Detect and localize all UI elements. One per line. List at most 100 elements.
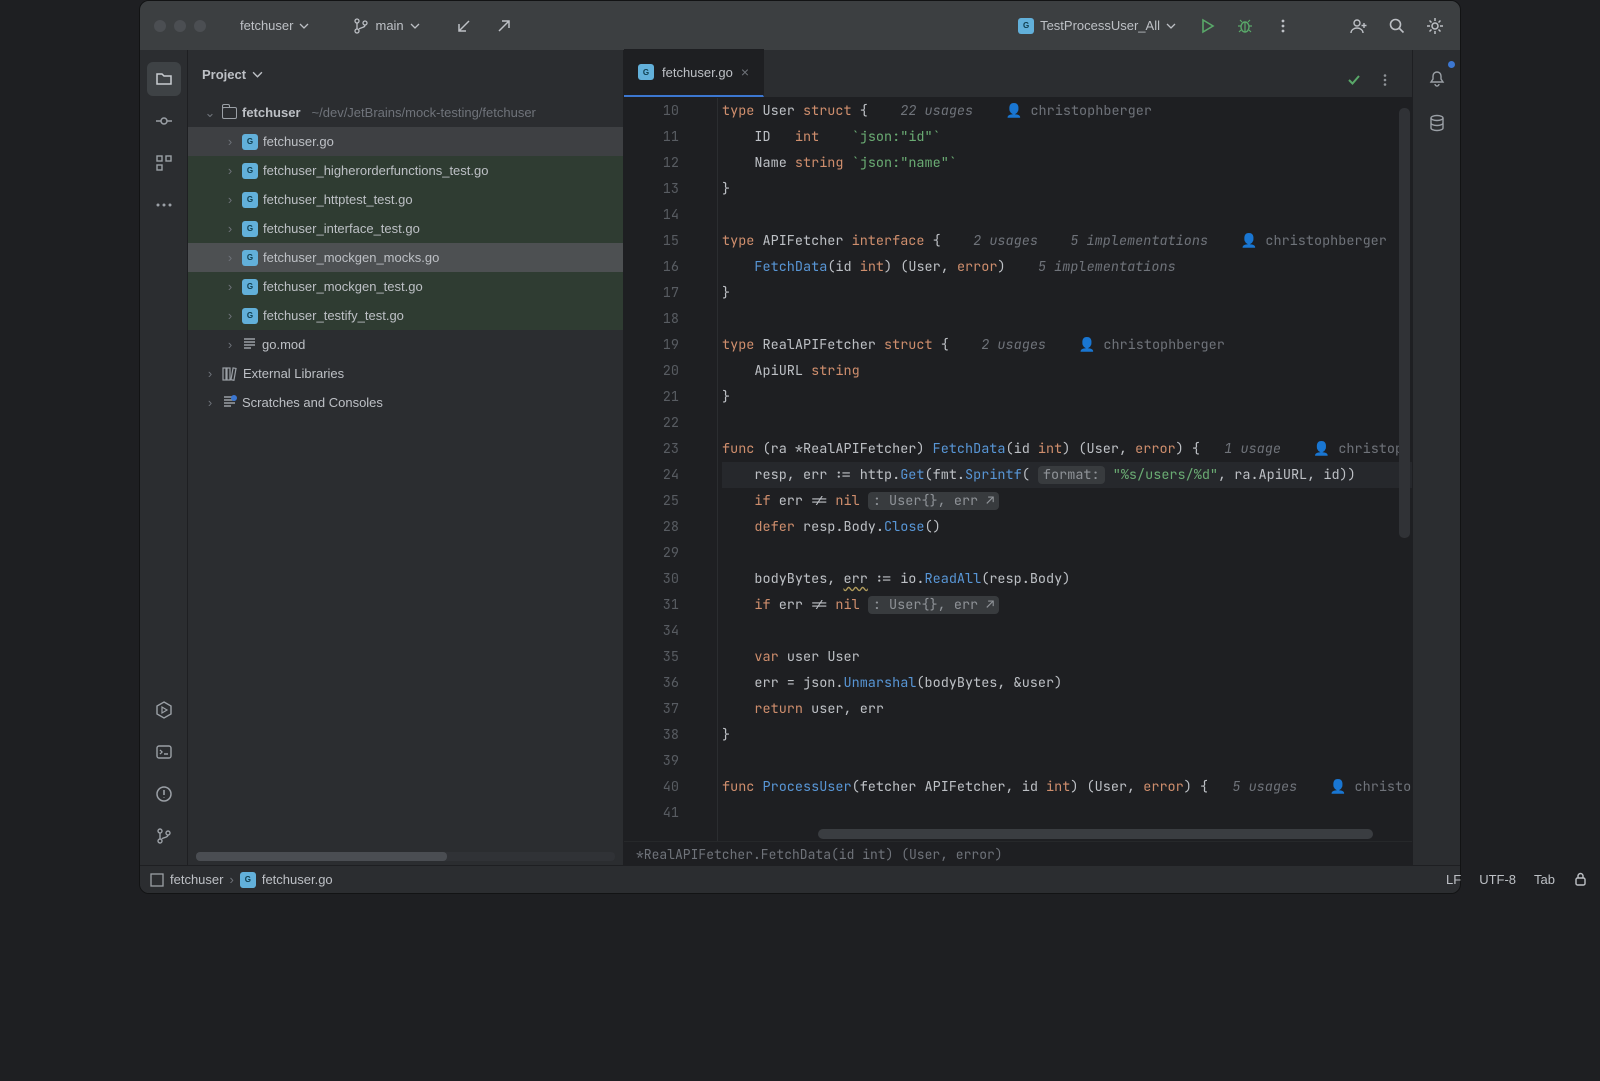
notification-dot bbox=[1448, 61, 1455, 68]
go-file-icon: G bbox=[638, 64, 654, 80]
scratches-icon bbox=[222, 395, 237, 410]
bug-icon bbox=[1237, 18, 1253, 34]
tree-file-gomod[interactable]: › go.mod bbox=[188, 330, 623, 359]
window-controls[interactable] bbox=[154, 20, 206, 32]
tree-file[interactable]: ›Gfetchuser_httptest_test.go bbox=[188, 185, 623, 214]
arrow-up-right-icon bbox=[496, 18, 512, 34]
editor-tab[interactable]: G fetchuser.go × bbox=[624, 49, 764, 97]
tree-file[interactable]: ›Gfetchuser_testify_test.go bbox=[188, 301, 623, 330]
tab-more-button[interactable] bbox=[1368, 63, 1402, 97]
folder-icon bbox=[155, 70, 173, 88]
search-button[interactable] bbox=[1380, 9, 1414, 43]
tree-root[interactable]: ⌄ fetchuser ~/dev/JetBrains/mock-testing… bbox=[188, 98, 623, 127]
project-tool-button[interactable] bbox=[147, 62, 181, 96]
settings-button[interactable] bbox=[1418, 9, 1452, 43]
kebab-icon bbox=[1275, 18, 1291, 34]
go-file-icon: G bbox=[242, 192, 258, 208]
code-with-me-button[interactable] bbox=[1342, 9, 1376, 43]
close-tab-button[interactable]: × bbox=[741, 64, 749, 80]
gear-icon bbox=[1426, 17, 1444, 35]
tree-horizontal-scrollbar[interactable] bbox=[196, 852, 615, 861]
module-icon bbox=[150, 873, 164, 887]
titlebar: fetchuser main G TestProcessUser_All bbox=[140, 1, 1460, 50]
chevron-right-icon: › bbox=[229, 872, 233, 887]
chevron-down-icon bbox=[252, 69, 263, 80]
right-tool-rail bbox=[1412, 50, 1460, 865]
editor-horizontal-scrollbar[interactable] bbox=[818, 829, 1402, 839]
status-bar: LF UTF-8 Tab bbox=[1446, 872, 1461, 887]
chevron-down-icon bbox=[410, 21, 420, 31]
editor-area: G fetchuser.go × 10 11 12 bbox=[624, 50, 1412, 865]
run-config-dropdown[interactable]: G TestProcessUser_All bbox=[1008, 12, 1186, 40]
structure-tool-button[interactable] bbox=[147, 146, 181, 180]
terminal-icon bbox=[155, 743, 173, 761]
go-file-icon: G bbox=[242, 250, 258, 266]
search-icon bbox=[1388, 17, 1406, 35]
go-file-icon: G bbox=[242, 279, 258, 295]
bottom-breadcrumb: fetchuser › G fetchuser.go LF UTF-8 Tab bbox=[140, 865, 1460, 893]
vcs-tool-button[interactable] bbox=[147, 819, 181, 853]
run-button[interactable] bbox=[1190, 9, 1224, 43]
arrow-down-left-icon bbox=[456, 18, 472, 34]
branch-icon bbox=[353, 18, 369, 34]
branch-label: main bbox=[375, 18, 403, 33]
tree-file[interactable]: ›Gfetchuser_mockgen_mocks.go bbox=[188, 243, 623, 272]
database-tool-button[interactable] bbox=[1420, 106, 1454, 140]
gutter[interactable]: 10 11 12 13 14 15 16 17 18 19 20 21 22 2… bbox=[624, 98, 718, 841]
project-dropdown[interactable]: fetchuser bbox=[230, 12, 319, 39]
warning-icon bbox=[155, 785, 173, 803]
vcs-branch-dropdown[interactable]: main bbox=[343, 12, 429, 40]
tree-file[interactable]: ›Gfetchuser_mockgen_test.go bbox=[188, 272, 623, 301]
problems-tool-button[interactable] bbox=[147, 777, 181, 811]
root-path: ~/dev/JetBrains/mock-testing/fetchuser bbox=[312, 105, 536, 120]
editor-breadcrumb-signature[interactable]: *RealAPIFetcher.FetchData(id int) (User,… bbox=[624, 841, 1412, 865]
tree-file[interactable]: ›Gfetchuser_interface_test.go bbox=[188, 214, 623, 243]
go-file-icon: G bbox=[242, 221, 258, 237]
chevron-down-icon bbox=[299, 21, 309, 31]
notifications-button[interactable] bbox=[1420, 62, 1454, 96]
folder-icon bbox=[222, 107, 237, 119]
commit-tool-button[interactable] bbox=[147, 104, 181, 138]
code-editor[interactable]: 10 11 12 13 14 15 16 17 18 19 20 21 22 2… bbox=[624, 98, 1412, 841]
go-file-icon: G bbox=[242, 163, 258, 179]
play-hex-icon bbox=[155, 701, 173, 719]
line-ending-button[interactable]: LF bbox=[1446, 872, 1461, 887]
code-view[interactable]: type User struct { 22 usages 👤 christoph… bbox=[718, 98, 1412, 841]
project-panel-title: Project bbox=[202, 67, 246, 82]
more-tools-button[interactable] bbox=[147, 188, 181, 222]
git-branch-icon bbox=[155, 827, 173, 845]
breadcrumb-project[interactable]: fetchuser bbox=[170, 872, 223, 887]
project-name-label: fetchuser bbox=[240, 18, 293, 33]
tree-external-libraries[interactable]: › External Libraries bbox=[188, 359, 623, 388]
text-file-icon bbox=[242, 337, 257, 352]
project-panel-header[interactable]: Project bbox=[188, 50, 623, 98]
ellipsis-icon bbox=[155, 196, 173, 214]
go-file-icon: G bbox=[240, 872, 256, 888]
editor-tabs: G fetchuser.go × bbox=[624, 50, 1412, 98]
breadcrumb-file[interactable]: fetchuser.go bbox=[262, 872, 333, 887]
tree-file[interactable]: ›Gfetchuser.go bbox=[188, 127, 623, 156]
database-icon bbox=[1428, 114, 1446, 132]
more-actions-button[interactable] bbox=[1266, 9, 1300, 43]
kebab-icon bbox=[1378, 73, 1392, 87]
project-tree[interactable]: ⌄ fetchuser ~/dev/JetBrains/mock-testing… bbox=[188, 98, 623, 865]
structure-icon bbox=[155, 154, 173, 172]
debug-button[interactable] bbox=[1228, 9, 1262, 43]
add-user-icon bbox=[1350, 17, 1368, 35]
incoming-commits-button[interactable] bbox=[446, 12, 482, 40]
tree-file[interactable]: ›Gfetchuser_higherorderfunctions_test.go bbox=[188, 156, 623, 185]
go-file-icon: G bbox=[1018, 18, 1034, 34]
tab-filename: fetchuser.go bbox=[662, 65, 733, 80]
go-file-icon: G bbox=[242, 134, 258, 150]
left-tool-rail bbox=[140, 50, 188, 865]
chevron-down-icon bbox=[1166, 21, 1176, 31]
project-panel: Project ⌄ fetchuser ~/dev/JetBrains/mock… bbox=[188, 50, 624, 865]
inspection-check-icon[interactable] bbox=[1346, 72, 1362, 88]
services-tool-button[interactable] bbox=[147, 693, 181, 727]
terminal-tool-button[interactable] bbox=[147, 735, 181, 769]
outgoing-commits-button[interactable] bbox=[486, 12, 522, 40]
tree-scratches[interactable]: › Scratches and Consoles bbox=[188, 388, 623, 417]
vertical-scrollbar[interactable] bbox=[1399, 108, 1410, 538]
go-file-icon: G bbox=[242, 308, 258, 324]
commit-icon bbox=[155, 112, 173, 130]
